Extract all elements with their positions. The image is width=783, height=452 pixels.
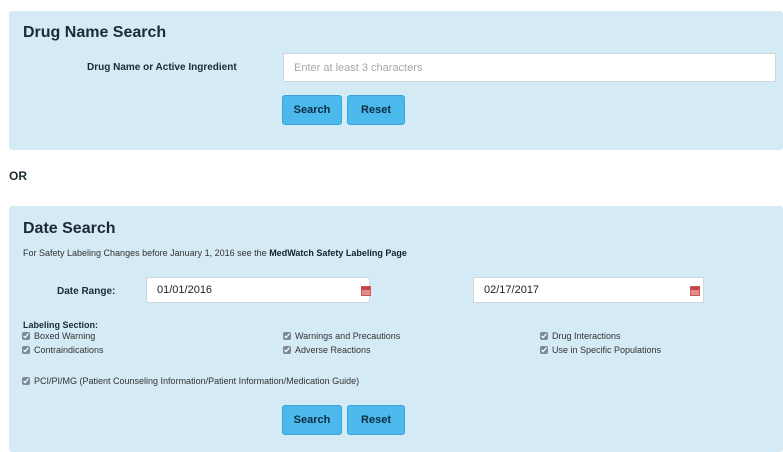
checkbox-input[interactable] xyxy=(22,346,30,354)
or-separator: OR xyxy=(9,169,27,183)
safety-labeling-note-text: For Safety Labeling Changes before Janua… xyxy=(23,248,267,258)
calendar-icon[interactable] xyxy=(361,286,371,296)
end-date-input[interactable] xyxy=(473,277,704,303)
checkbox-contraindications[interactable]: Contraindications xyxy=(22,345,104,355)
checkbox-adverse-reactions[interactable]: Adverse Reactions xyxy=(283,345,371,355)
calendar-icon[interactable] xyxy=(690,286,700,296)
start-date-input[interactable] xyxy=(146,277,370,303)
date-reset-button[interactable]: Reset xyxy=(347,405,405,435)
checkbox-label: Boxed Warning xyxy=(34,331,96,341)
checkbox-label: Use in Specific Populations xyxy=(552,345,662,355)
checkbox-input[interactable] xyxy=(22,332,30,340)
checkbox-drug-interactions[interactable]: Drug Interactions xyxy=(540,331,621,341)
checkbox-use-in-specific-populations[interactable]: Use in Specific Populations xyxy=(540,345,661,355)
checkbox-label: PCI/PI/MG (Patient Counseling Informatio… xyxy=(34,376,360,386)
checkbox-input[interactable] xyxy=(540,346,548,354)
checkbox-input[interactable] xyxy=(540,332,548,340)
date-search-title: Date Search xyxy=(23,220,116,237)
drug-name-field-label: Drug Name or Active Ingredient xyxy=(87,62,237,73)
checkbox-label: Drug Interactions xyxy=(552,331,621,341)
safety-labeling-note: For Safety Labeling Changes before Janua… xyxy=(23,248,407,258)
date-search-button[interactable]: Search xyxy=(282,405,342,435)
checkbox-pci-pi-mg[interactable]: PCI/PI/MG (Patient Counseling Informatio… xyxy=(22,376,359,386)
checkbox-boxed-warning[interactable]: Boxed Warning xyxy=(22,331,95,341)
checkbox-input[interactable] xyxy=(283,346,291,354)
checkbox-warnings-and-precautions[interactable]: Warnings and Precautions xyxy=(283,331,400,341)
checkbox-input[interactable] xyxy=(283,332,291,340)
drug-name-search-panel: Drug Name Search Drug Name or Active Ing… xyxy=(9,11,783,150)
drug-name-search-title: Drug Name Search xyxy=(23,24,167,41)
drug-name-input[interactable] xyxy=(283,53,776,82)
drug-reset-button[interactable]: Reset xyxy=(347,95,405,125)
drug-search-button[interactable]: Search xyxy=(282,95,342,125)
medwatch-safety-labeling-link[interactable]: MedWatch Safety Labeling Page xyxy=(269,248,407,258)
checkbox-input[interactable] xyxy=(22,377,30,385)
checkbox-label: Contraindications xyxy=(34,345,104,355)
labeling-section-label: Labeling Section: xyxy=(23,320,99,330)
date-search-panel: Date Search For Safety Labeling Changes … xyxy=(9,206,783,452)
checkbox-label: Warnings and Precautions xyxy=(295,331,401,341)
checkbox-label: Adverse Reactions xyxy=(295,345,371,355)
date-range-label: Date Range: xyxy=(57,286,116,297)
